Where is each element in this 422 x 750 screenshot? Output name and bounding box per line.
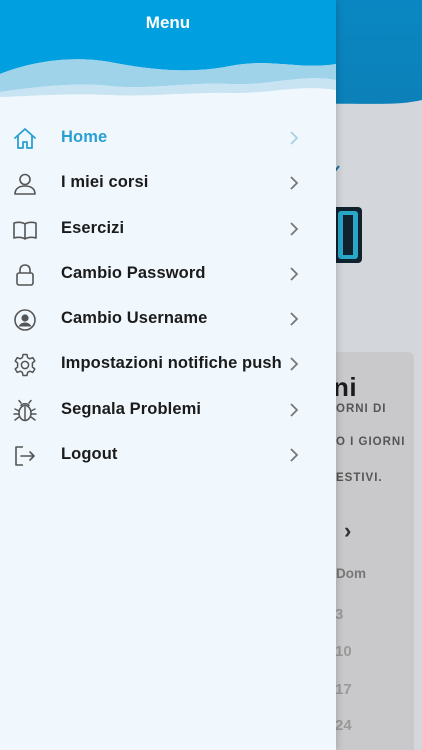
user-icon xyxy=(12,171,38,197)
chevron-right-icon xyxy=(290,221,299,236)
menu-item-label: Home xyxy=(61,128,108,146)
book-icon xyxy=(12,217,38,243)
menu-item-label: Impostazioni notifiche push xyxy=(61,354,282,373)
logout-icon xyxy=(12,443,38,469)
calendar-text-line: O I GIORNI xyxy=(336,436,406,448)
drawer-menu: Home I miei corsi Esercizi Cambio Passwo… xyxy=(0,116,336,478)
menu-item-label: Logout xyxy=(61,445,118,464)
menu-item-logout[interactable]: Logout xyxy=(0,433,336,478)
menu-item-label: Esercizi xyxy=(61,218,125,237)
menu-item-home[interactable]: Home xyxy=(0,116,336,161)
drawer-title: Menu xyxy=(145,13,191,32)
calendar-date[interactable]: 17 xyxy=(335,681,352,698)
calendar-date[interactable]: 10 xyxy=(335,643,352,660)
menu-item-my-courses[interactable]: I miei corsi xyxy=(0,161,336,206)
chevron-right-icon xyxy=(290,403,299,417)
menu-item-label: Segnala Problemi xyxy=(61,399,202,418)
chevron-right-icon xyxy=(290,131,299,145)
chevron-right-icon xyxy=(290,448,299,462)
menu-item-label: Cambio Password xyxy=(61,263,206,282)
calendar-card-title: ni xyxy=(333,372,358,402)
menu-item-push-settings[interactable]: Impostazioni notifiche push xyxy=(0,342,336,387)
lock-icon xyxy=(12,262,38,288)
menu-item-change-username[interactable]: Cambio Username xyxy=(0,297,336,342)
menu-item-change-password[interactable]: Cambio Password xyxy=(0,252,336,297)
calendar-date[interactable]: 3 xyxy=(335,606,343,623)
calendar-text-line: ORNI DI xyxy=(336,403,387,415)
gear-icon xyxy=(12,352,38,378)
chevron-right-icon xyxy=(290,312,299,326)
chevron-right-icon xyxy=(290,357,299,372)
user-circle-icon xyxy=(12,307,38,333)
chevron-right-icon xyxy=(290,267,299,281)
navigation-drawer: Menu Home I miei corsi Esercizi Cambio P… xyxy=(0,0,336,750)
home-icon xyxy=(12,126,38,152)
next-month-chevron-icon[interactable]: › xyxy=(344,518,351,544)
menu-item-exercises[interactable]: Esercizi xyxy=(0,207,336,252)
menu-item-label: Cambio Username xyxy=(61,309,208,328)
chevron-right-icon xyxy=(290,176,299,190)
menu-item-label: I miei corsi xyxy=(61,173,149,192)
menu-item-report-problems[interactable]: Segnala Problemi xyxy=(0,388,336,433)
calendar-date[interactable]: 24 xyxy=(335,717,352,734)
calendar-text-line: ESTIVI. xyxy=(336,472,383,484)
bug-icon xyxy=(12,398,38,424)
weekday-label: Dom xyxy=(336,566,366,581)
